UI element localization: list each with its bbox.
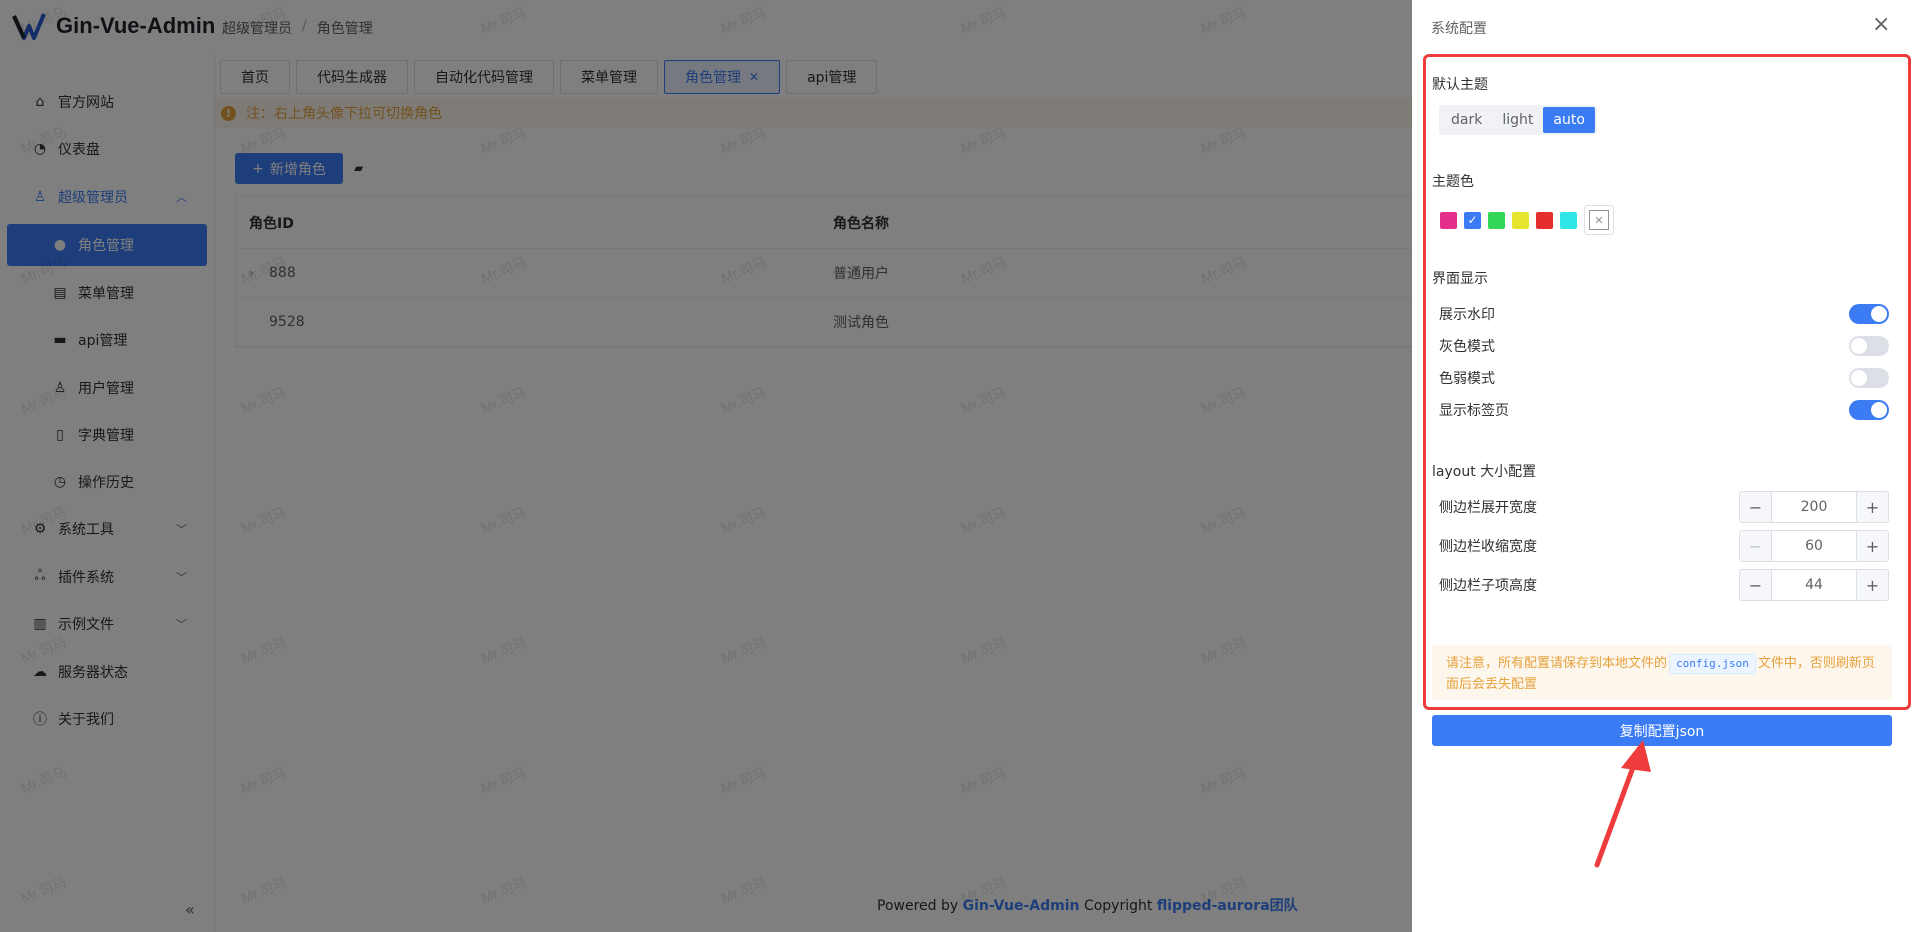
color-swatch-blue[interactable]: ✓ bbox=[1464, 211, 1481, 229]
system-config-drawer: 系统配置 × 默认主题 dark light auto 主题色 ✓ ✕ 界面显示… bbox=[1412, 0, 1912, 932]
color-swatches: ✓ ✕ bbox=[1440, 205, 1614, 235]
sidebar-item-height-field: 侧边栏子项高度 − 44 + bbox=[1439, 568, 1889, 602]
stepper-value[interactable]: 60 bbox=[1772, 538, 1856, 554]
grey-mode-switch[interactable] bbox=[1849, 336, 1889, 356]
color-swatch-red[interactable] bbox=[1536, 211, 1553, 229]
tip-text-before: 请注意，所有配置请保存到本地文件的 bbox=[1446, 656, 1668, 671]
sidebar-collapse-width-field: 侧边栏收缩宽度 − 60 + bbox=[1439, 529, 1889, 563]
toggle-show-tabs: 显示标签页 bbox=[1439, 398, 1889, 422]
drawer-overlay[interactable] bbox=[0, 0, 1412, 932]
toggle-label: 显示标签页 bbox=[1439, 403, 1509, 419]
stepper-value[interactable]: 44 bbox=[1772, 577, 1856, 593]
toggle-watermark: 展示水印 bbox=[1439, 302, 1889, 326]
toggle-label: 色弱模式 bbox=[1439, 371, 1495, 387]
toggle-weak-color: 色弱模式 bbox=[1439, 366, 1889, 390]
copy-config-json-button[interactable]: 复制配置json bbox=[1432, 715, 1892, 746]
toggle-label: 灰色模式 bbox=[1439, 339, 1495, 355]
drawer-title: 系统配置 bbox=[1431, 21, 1487, 37]
color-swatch-green[interactable] bbox=[1488, 211, 1505, 229]
weak-color-switch[interactable] bbox=[1849, 368, 1889, 388]
toggle-label: 展示水印 bbox=[1439, 307, 1495, 323]
increase-button[interactable]: + bbox=[1856, 570, 1888, 600]
theme-option-light[interactable]: light bbox=[1492, 107, 1543, 133]
field-label: 侧边栏展开宽度 bbox=[1439, 500, 1537, 516]
check-icon: ✓ bbox=[1467, 213, 1478, 227]
color-section-title: 主题色 bbox=[1432, 174, 1474, 190]
quantity-stepper: − 60 + bbox=[1739, 530, 1889, 562]
close-icon: ✕ bbox=[1589, 210, 1609, 230]
field-label: 侧边栏收缩宽度 bbox=[1439, 539, 1537, 555]
quantity-stepper: − 44 + bbox=[1739, 569, 1889, 601]
color-swatch-yellow[interactable] bbox=[1512, 211, 1529, 229]
custom-color-picker[interactable]: ✕ bbox=[1584, 205, 1614, 235]
theme-section-title: 默认主题 bbox=[1432, 77, 1488, 93]
annotation-arrow-icon bbox=[1594, 740, 1651, 868]
config-save-tip: 请注意，所有配置请保存到本地文件的 config.json 文件中，否则刷新页面后会… bbox=[1432, 645, 1892, 700]
color-swatch-pink[interactable] bbox=[1440, 211, 1457, 229]
quantity-stepper: − 200 + bbox=[1739, 491, 1889, 523]
stepper-value[interactable]: 200 bbox=[1772, 499, 1856, 515]
increase-button[interactable]: + bbox=[1856, 531, 1888, 561]
display-section-title: 界面显示 bbox=[1432, 271, 1488, 287]
theme-mode-selector: dark light auto bbox=[1439, 105, 1597, 135]
color-swatch-cyan[interactable] bbox=[1560, 211, 1577, 229]
theme-option-auto[interactable]: auto bbox=[1543, 107, 1595, 133]
field-label: 侧边栏子项高度 bbox=[1439, 578, 1537, 594]
decrease-button[interactable]: − bbox=[1740, 570, 1772, 600]
show-tabs-switch[interactable] bbox=[1849, 400, 1889, 420]
sidebar-expand-width-field: 侧边栏展开宽度 − 200 + bbox=[1439, 490, 1889, 524]
decrease-button[interactable]: − bbox=[1740, 531, 1772, 561]
theme-option-dark[interactable]: dark bbox=[1441, 107, 1492, 133]
config-file-name: config.json bbox=[1669, 654, 1756, 674]
watermark-switch[interactable] bbox=[1849, 304, 1889, 324]
decrease-button[interactable]: − bbox=[1740, 492, 1772, 522]
toggle-grey-mode: 灰色模式 bbox=[1439, 334, 1889, 358]
close-icon[interactable]: × bbox=[1872, 12, 1890, 37]
increase-button[interactable]: + bbox=[1856, 492, 1888, 522]
layout-section-title: layout 大小配置 bbox=[1432, 464, 1537, 480]
